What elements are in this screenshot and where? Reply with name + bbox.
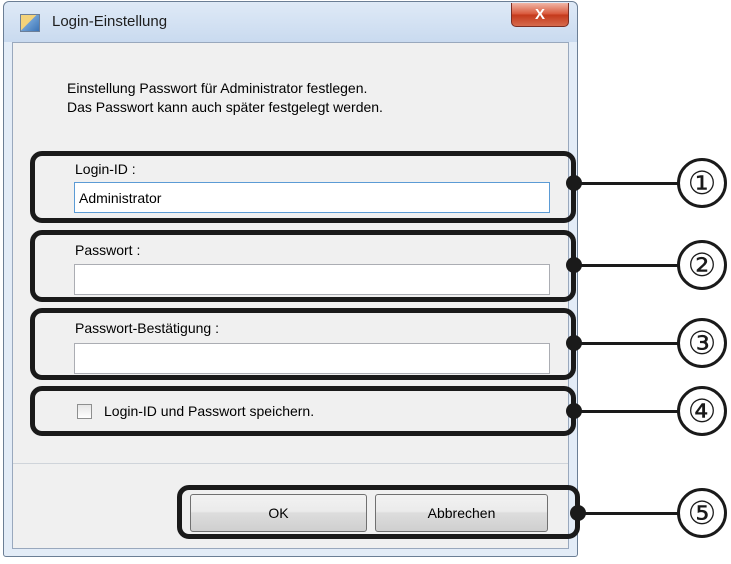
info-line-1: Einstellung Passwort für Administrator f…: [67, 80, 368, 96]
callout-box-2: [30, 230, 576, 302]
callout-number-3: ③: [677, 318, 727, 368]
callout-number-4: ④: [677, 386, 727, 436]
login-settings-icon: [20, 14, 40, 32]
info-text: Einstellung Passwort für Administrator f…: [67, 79, 383, 117]
callout-line-4: [574, 410, 679, 413]
callout-box-1: [30, 151, 576, 223]
callout-number-2: ②: [677, 240, 727, 290]
separator: [13, 463, 568, 464]
callout-box-3: [30, 308, 576, 380]
callout-line-2: [574, 264, 679, 267]
callout-box-5: [177, 485, 580, 539]
callout-line-3: [574, 342, 679, 345]
info-line-2: Das Passwort kann auch später festgelegt…: [67, 99, 383, 115]
close-button[interactable]: X: [511, 3, 569, 27]
callout-number-1: ①: [677, 158, 727, 208]
callout-number-5: ⑤: [677, 488, 727, 538]
callout-box-4: [30, 386, 576, 436]
window-title: Login-Einstellung: [52, 13, 168, 30]
title-bar[interactable]: Login-Einstellung X: [4, 2, 577, 42]
callout-line-5: [578, 512, 679, 515]
close-icon: X: [534, 6, 545, 23]
callout-line-1: [574, 182, 679, 185]
